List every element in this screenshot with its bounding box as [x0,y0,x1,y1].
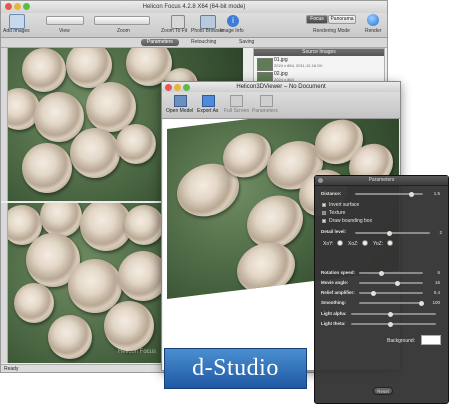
detail-level-label: Detail level: [321,229,347,234]
yoz-radio[interactable] [387,240,393,246]
zoom-segmented-control[interactable] [94,16,150,25]
tab-saving[interactable]: Saving [233,39,260,46]
viewer-titlebar: Helicon3DViewer – No Document [162,82,400,92]
slider-knob[interactable] [409,191,414,197]
light-alpha-slider[interactable] [351,311,436,317]
relief-amplifier-label: Relief amplifier: [321,290,355,295]
detail-level-value: 2 [439,230,442,235]
full-screen-label[interactable]: Full Screen [224,108,249,114]
smoothing-slider[interactable] [359,300,424,306]
relief-amplifier-value: 0.4 [433,290,440,295]
draw-bounding-box-checkbox[interactable] [322,219,326,223]
invert-surface-label: Invert surface [329,202,360,208]
movie-angle-label: Movie angle: [321,280,349,285]
distance-value: 1.5 [433,191,440,196]
reset-button[interactable]: Reset [373,387,393,395]
light-theta-slider[interactable] [351,321,436,327]
parameters-label[interactable]: Parameters [252,108,278,114]
hf-tab-bar: Parameters Retouching Saving [1,38,387,48]
zoom-label: Zoom [117,28,130,34]
slider-knob[interactable] [419,300,424,306]
detail-level-slider[interactable] [355,230,430,236]
zoom-icon[interactable] [183,83,190,91]
full-screen-icon[interactable] [230,95,243,107]
slider-knob[interactable] [371,290,376,296]
d-studio-logo: d-Studio [164,348,307,389]
parameters-icon[interactable] [260,95,273,107]
slider-knob[interactable] [388,321,393,327]
hf-toolbar: Add Images View Zoom Zoom To Fit Photo B… [1,13,387,38]
light-alpha-label: Light alpha: [321,311,347,316]
zoom-to-fit-label: Zoom To Fit [161,28,188,34]
movie-angle-value: 16 [434,280,440,285]
tab-parameters[interactable]: Parameters [141,39,179,46]
export-as-icon[interactable] [202,95,215,107]
relief-amplifier-slider[interactable] [359,290,423,296]
watermark-text: Helicon Focus [118,349,157,355]
zoom-icon[interactable] [23,3,30,10]
close-icon[interactable] [318,178,323,183]
invert-surface-checkbox[interactable] [322,203,326,207]
image-info-icon[interactable]: i [227,15,239,27]
export-as-label[interactable]: Export As [197,108,218,114]
rotation-speed-value: 6 [437,270,440,275]
slider-knob[interactable] [387,230,392,236]
open-model-icon[interactable] [174,95,187,107]
texture-label: Texture [329,210,346,216]
xoz-radio[interactable] [362,240,368,246]
photo-browser-icon[interactable] [200,15,216,29]
render-label: Render [365,28,382,34]
close-icon[interactable] [165,83,172,91]
image-info-label: Image Info [220,28,244,34]
xoy-label: XoY: [323,241,334,247]
rendering-mode-label: Rendering Mode [313,28,350,34]
xoy-radio[interactable] [337,240,343,246]
slider-knob[interactable] [395,280,400,286]
viewer-window-title: Helicon3DViewer – No Document [236,84,326,90]
photo-browser-label: Photo Browser [191,28,224,34]
source-item-info: 2024 x 864, 2011-12-16 09: [274,63,323,68]
slider-knob[interactable] [379,270,384,276]
hf-titlebar: Helicon Focus 4.2.8 X64 (64-bit mode) [1,1,387,13]
minimize-icon[interactable] [174,83,181,91]
status-text: Ready [4,366,19,372]
left-ruler-bottom [1,203,8,363]
source-images-panel: Source Images 01.jpg 2024 x 864, 2011-12… [253,48,385,85]
close-icon[interactable] [5,3,12,10]
open-model-label[interactable]: Open Model [166,108,193,114]
minimize-icon[interactable] [14,3,21,10]
viewer-toolbar: Open Model Export As Full Screen Paramet… [162,92,400,119]
parameters-title: Parameters [315,176,448,186]
distance-slider[interactable] [355,191,423,197]
panorama-mode-button[interactable]: Panorama [328,15,356,24]
tab-retouching[interactable]: Retouching [185,39,222,46]
rotation-speed-label: Rotation speed: [321,270,356,275]
add-images-label: Add Images [3,28,30,34]
smoothing-label: Smoothing: [321,300,346,305]
zoom-to-fit-icon[interactable] [171,15,185,29]
add-images-icon[interactable] [9,14,25,29]
focus-mode-button[interactable]: Focus [306,15,328,24]
left-ruler [1,48,8,201]
view-label: View [59,28,70,34]
source-images-header: Source Images [254,49,384,56]
rotation-speed-slider[interactable] [359,270,423,276]
xoz-label: XoZ: [348,241,359,247]
hf-window-title: Helicon Focus 4.2.8 X64 (64-bit mode) [142,4,246,10]
slider-knob[interactable] [388,311,393,317]
texture-checkbox[interactable] [322,211,326,215]
smoothing-value: 100 [432,300,440,305]
background-label: Background: [387,338,416,344]
draw-bounding-box-label: Draw bounding box [329,218,373,224]
thumbnail-01[interactable] [257,58,273,71]
yoz-label: YoZ: [373,241,384,247]
movie-angle-slider[interactable] [359,280,423,286]
render-icon[interactable] [367,14,379,26]
distance-label: Distance: [321,191,342,196]
parameters-panel: Parameters Distance: 1.5 Invert surface … [314,175,449,404]
view-segmented-control[interactable] [46,16,84,25]
light-theta-label: Light theta: [321,321,346,326]
background-color-swatch[interactable] [421,335,441,345]
